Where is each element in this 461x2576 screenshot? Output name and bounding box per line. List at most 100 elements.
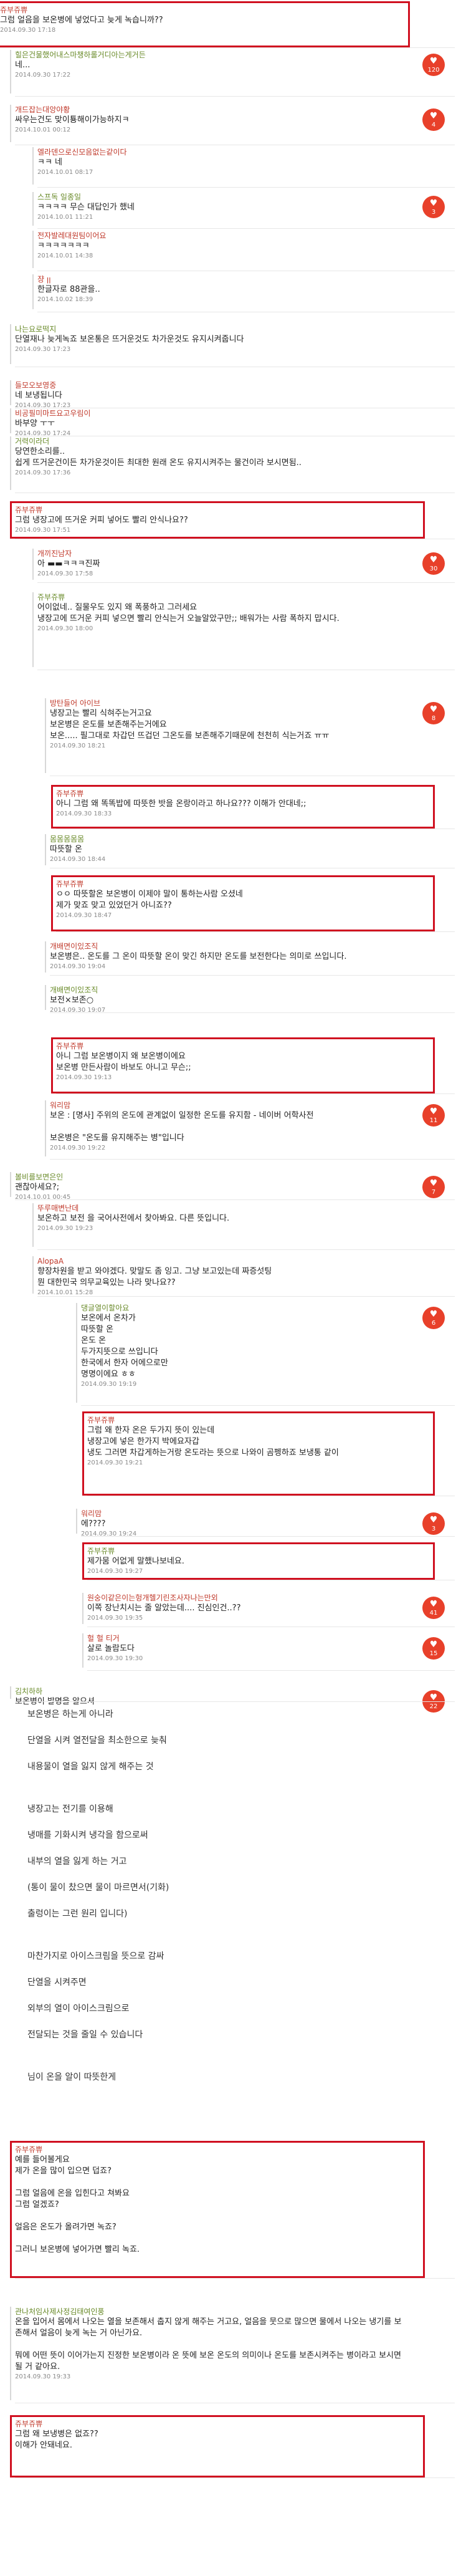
comment-author[interactable]: 뚜루매변난데 [37,1203,405,1213]
explanation-line: 마찬가지로 아이스크림을 뜻으로 감싸 [27,1951,164,1961]
like-count: 15 [429,1650,438,1657]
like-button[interactable]: ♥ 30 [422,552,445,575]
comment-author[interactable]: AlopaA [37,1256,405,1266]
like-button[interactable]: ♥ 41 [422,1597,445,1619]
comment-timestamp: 2014.09.30 17:22 [15,72,71,79]
comment-body: 바부양 ㅜㅜ [15,419,55,428]
comment-author[interactable]: 개드잡는대앙야황 [15,105,405,115]
like-count: 7 [431,1189,436,1196]
like-count: 22 [429,1703,438,1710]
comment-timestamp: 2014.09.30 19:35 [87,1615,143,1622]
comment-divider [81,1536,455,1537]
comment-item: 뚜루매변난데 보온하고 보전 을 국어사전에서 찾아봐요. 다른 뜻입니다. 201… [37,1203,405,1233]
heart-icon: ♥ [429,1107,438,1117]
comment-author[interactable]: 쥬부쥬쀼 [37,592,405,602]
comment-author[interactable]: 개배면이있조직 [50,941,405,951]
comment-author[interactable]: 엘라덴으로신모음없는같이다 [37,147,405,157]
reply-indent-line [10,1686,11,1699]
heart-icon: ♥ [429,1515,438,1525]
reply-indent-line [10,380,11,405]
like-button[interactable]: ♥ 11 [422,1104,445,1127]
like-button[interactable]: ♥ 3 [422,1512,445,1535]
comment-body: 보온 : [명사] 주위의 온도에 관계없이 일정한 온도를 유지함 - 네이버… [50,1111,314,1143]
highlight-box [10,2141,425,2278]
comment-author[interactable]: 전자발레대원팀이어요 [37,231,405,241]
reply-indent-line [10,2307,11,2400]
comment-timestamp: 2014.10.01 11:21 [37,214,93,221]
comment-item: 헐 헐 티거 살로 놀람도다 2014.09.30 19:30 [87,1633,405,1663]
comment-author[interactable]: 나는요로떡지 [15,324,405,334]
like-button[interactable]: ♥ 7 [422,1176,445,1198]
comment-author[interactable]: 스프독 일종일 [37,192,405,202]
comment-author[interactable]: 방탄들어 아이브 [50,698,405,708]
reply-indent-line [32,592,34,667]
like-count: 4 [431,122,436,128]
comment-author[interactable]: 볼비를보면은인 [15,1172,405,1182]
comment-timestamp: 2014.09.30 19:19 [81,1381,137,1388]
comment-item: 몸몸몸몸몸 따뜻할 온 2014.09.30 18:44 [50,834,405,864]
reply-indent-line [10,436,11,490]
comment-item: 거력이라더 당연한소리를.. 쉽게 뜨거운건이든 차가운것이든 최대한 원래 온도… [15,436,405,478]
comment-body: 당연한소리를.. 쉽게 뜨거운건이든 차가운것이든 최대한 원래 온도 유지시켜… [15,447,302,468]
comment-author[interactable]: 비공필미마트요고우림이 [15,408,405,418]
comment-author[interactable]: 거력이라더 [15,436,405,446]
reply-indent-line [10,408,11,433]
comment-author[interactable]: 힐은건물했어내스마챙하롤거디아는게거든 [15,50,405,60]
comment-divider [50,1159,455,1160]
comment-author[interactable]: 쟝 ꞁꞁ [37,274,405,284]
comment-timestamp: 2014.09.30 19:33 [15,2373,71,2380]
comment-author[interactable]: 개배면이있조직 [50,985,405,995]
reply-indent-line [76,1509,77,1534]
comment-timestamp: 2014.09.30 19:04 [50,963,106,970]
comment-divider [37,1249,455,1250]
comment-author[interactable]: 김치하하 [15,1686,405,1696]
comment-body: 보온병은.. 온도를 그 온이 따뜻할 온이 맞긴 하지만 온도를 보전한다는 … [50,952,347,961]
comment-author[interactable]: 워리맘 [81,1509,405,1519]
comment-body: 보온에서 온차가 따뜻할 온 온도 온 두가지뜻으로 쓰입니다 한국에서 한자 … [81,1314,168,1379]
highlight-box [51,875,435,931]
reply-indent-line [10,324,11,364]
comment-item: 전자발레대원팀이어요 ㅋㅋㅋㅋㅋㅋㅋ 2014.10.01 14:38 [37,231,405,261]
comment-timestamp: 2014.09.30 17:58 [37,570,93,577]
comment-item: 힐은건물했어내스마챙하롤거디아는게거든 네... 2014.09.30 17:22 [15,50,405,80]
comment-item: 김치하하 보온병이 발명을 알으셔 [15,1686,405,1708]
comment-item: 방탄들어 아이브 냉장고는 빨리 식혀주는거고요 보온병은 온도를 보존해주는거에… [50,698,405,751]
like-button[interactable]: ♥ 6 [422,1307,445,1329]
comment-timestamp: 2014.09.30 19:07 [50,1007,106,1014]
comment-divider [15,1701,455,1702]
comment-divider [15,2477,455,2478]
explanation-line: 출렁이는 그런 원리 입니다) [27,1909,128,1919]
comment-author[interactable]: 개끼진남자 [37,549,405,559]
like-button[interactable]: ♥ 15 [422,1637,445,1660]
like-button[interactable]: ♥ 4 [422,108,445,131]
reply-indent-line [32,274,34,309]
like-button[interactable]: ♥ 3 [422,196,445,218]
explanation-line: 단열을 시켜 열전달을 최소한으로 늦춰 [27,1736,167,1746]
comment-item: AlopaA 향장차원을 받고 와야겠다. 맞말도 좀 잉고. 그냥 보고있는데 … [37,1256,405,1297]
comment-timestamp: 2014.10.01 00:12 [15,127,71,133]
like-button[interactable]: ♥ 8 [422,702,445,724]
reply-indent-line [45,941,46,973]
comment-author[interactable]: 관나처임사제사정김태여인풍 [15,2307,405,2317]
comment-divider [50,975,455,976]
like-button[interactable]: ♥ 120 [422,54,445,76]
comment-author[interactable]: 원숭이같은이는헝개헬기린조사자나는만외 [87,1593,405,1603]
comment-timestamp: 2014.09.30 17:36 [15,469,71,476]
comment-author[interactable]: 들모오보영중 [15,380,405,390]
explanation-line: 냉장고는 전기를 이용해 [27,1804,113,1814]
comment-author[interactable]: 댕글열이할아요 [81,1303,405,1313]
comment-body: 향장차원을 받고 와야겠다. 맞말도 좀 잉고. 그냥 보고있는데 짜증섯팅 뭔… [37,1267,272,1287]
comment-body: 보온하고 보전 을 국어사전에서 찾아봐요. 다른 뜻입니다. [37,1214,230,1223]
reply-indent-line [32,231,34,268]
comment-author[interactable]: 워리맘 [50,1100,405,1110]
reply-indent-line [32,1256,34,1294]
like-count: 120 [427,67,440,74]
explanation-line: 내용물이 열을 잃지 않게 해주는 것 [27,1762,154,1772]
reply-indent-line [45,834,46,865]
comment-divider [37,582,455,583]
comment-item: 관나처임사제사정김태여인풍 온을 입어서 몸에서 나오는 열을 보존해서 춥지 않… [15,2307,405,2381]
comment-author[interactable]: 몸몸몸몸몸 [50,834,405,844]
explanation-line: 님이 온을 알이 따뜻한게 [27,2072,116,2082]
comment-timestamp: 2014.10.02 18:39 [37,296,93,303]
comment-author[interactable]: 헐 헐 티거 [87,1633,405,1643]
